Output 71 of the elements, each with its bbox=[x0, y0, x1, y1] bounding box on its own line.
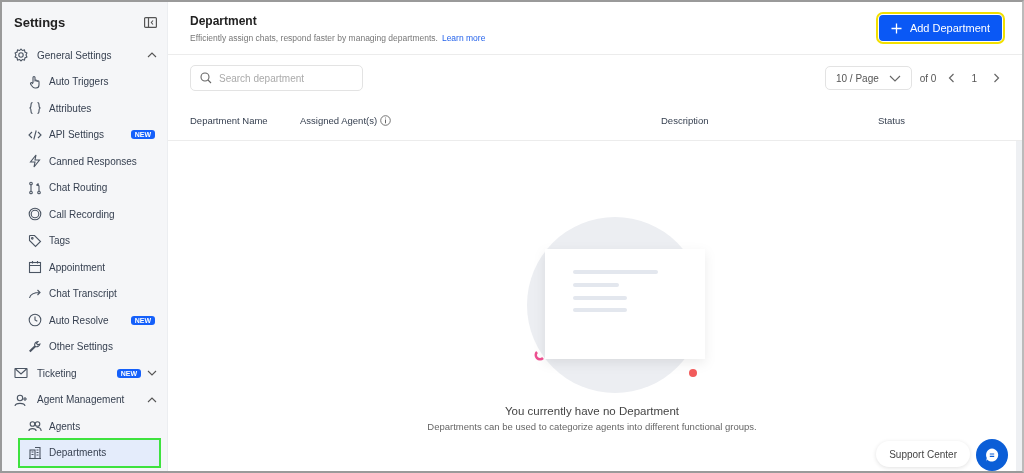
sidebar-item[interactable]: Departments bbox=[20, 439, 159, 466]
envelope-icon bbox=[14, 366, 28, 381]
empty-state-text: Departments can be used to categorize agents into different functional groups. bbox=[427, 421, 757, 432]
column-header: Status bbox=[878, 115, 905, 126]
sidebar-item[interactable]: Canned Responses bbox=[10, 148, 159, 175]
sidebar-group[interactable]: Agent Management bbox=[10, 386, 167, 413]
wrench-icon bbox=[28, 339, 42, 354]
clock-icon bbox=[28, 313, 42, 328]
page-number[interactable]: 1 bbox=[967, 72, 981, 84]
sidebar-item[interactable]: Auto Triggers bbox=[10, 68, 159, 95]
sidebar-item[interactable]: Chat Routing bbox=[10, 174, 159, 201]
collapse-sidebar-icon[interactable] bbox=[144, 16, 157, 28]
column-header: Description bbox=[661, 115, 709, 126]
support-center-button[interactable]: Support Center bbox=[876, 441, 970, 467]
page-subtitle: Efficiently assign chats, respond faster by managing departments. bbox=[190, 32, 438, 43]
item-label: Appointment bbox=[49, 261, 107, 273]
group-label: Ticketing bbox=[37, 367, 78, 379]
chevron-down-icon bbox=[888, 74, 901, 82]
plus-icon bbox=[890, 22, 902, 34]
record-icon bbox=[28, 207, 42, 222]
page-total: of 0 bbox=[919, 72, 937, 84]
item-label: Auto Resolve bbox=[49, 314, 110, 326]
pointer-icon bbox=[28, 74, 42, 89]
route-icon bbox=[28, 180, 42, 195]
sidebar-item[interactable]: Call Recording bbox=[10, 201, 159, 228]
item-label: Auto Triggers bbox=[49, 76, 110, 88]
learn-more-link[interactable]: Learn more bbox=[441, 32, 486, 43]
group-label: Agent Management bbox=[37, 394, 126, 406]
chevron-up-icon[interactable] bbox=[147, 396, 157, 403]
item-label: Departments bbox=[49, 447, 108, 459]
item-label: Attributes bbox=[49, 102, 93, 114]
search-field[interactable]: Search department bbox=[190, 65, 363, 91]
sidebar-item[interactable]: Agents bbox=[10, 413, 159, 440]
item-label: Agents bbox=[49, 420, 82, 432]
item-label: Tags bbox=[49, 235, 72, 247]
search-icon bbox=[200, 72, 212, 84]
chat-bubble-icon bbox=[984, 447, 1000, 463]
sidebar-item[interactable]: Appointment bbox=[10, 254, 159, 281]
chevron-up-icon[interactable] bbox=[147, 52, 157, 59]
sidebar-item[interactable]: Other Settings bbox=[10, 333, 159, 360]
item-label: Call Recording bbox=[49, 208, 116, 220]
item-label: Other Settings bbox=[49, 341, 114, 353]
user-plus-icon bbox=[14, 392, 28, 407]
previous-page-icon[interactable] bbox=[948, 73, 956, 83]
building-icon bbox=[28, 445, 42, 460]
calendar-icon bbox=[28, 260, 42, 275]
item-label: Chat Transcript bbox=[49, 288, 118, 300]
sidebar-item[interactable]: Attributes bbox=[10, 95, 159, 122]
chat-button[interactable] bbox=[976, 439, 1008, 471]
sidebar-group[interactable]: General Settings bbox=[10, 42, 167, 69]
sidebar-item[interactable]: Tags bbox=[10, 227, 159, 254]
tag-icon bbox=[28, 233, 42, 248]
sidebar-item[interactable]: Chat Transcript bbox=[10, 280, 159, 307]
page-title: Department bbox=[190, 13, 258, 28]
page-size-dropdown[interactable]: 10 / Page bbox=[824, 66, 912, 90]
braces-icon bbox=[28, 101, 42, 116]
empty-state-title: You currently have no Department bbox=[504, 405, 680, 417]
item-label: Canned Responses bbox=[49, 155, 138, 167]
column-header: Assigned Agent(s) bbox=[300, 115, 378, 126]
gear-icon bbox=[14, 48, 28, 63]
info-icon bbox=[380, 115, 392, 126]
sidebar-title: Settings bbox=[14, 14, 66, 30]
item-label: API Settings bbox=[49, 129, 106, 141]
next-page-icon[interactable] bbox=[993, 73, 1000, 83]
group-label: General Settings bbox=[37, 49, 113, 61]
add-department-button[interactable]: Add Department bbox=[878, 15, 1002, 41]
item-label: Chat Routing bbox=[49, 182, 109, 194]
bolt-icon bbox=[28, 154, 42, 169]
chevron-down-icon[interactable] bbox=[147, 370, 157, 377]
users-icon bbox=[28, 419, 42, 434]
column-header: Department Name bbox=[190, 115, 268, 126]
